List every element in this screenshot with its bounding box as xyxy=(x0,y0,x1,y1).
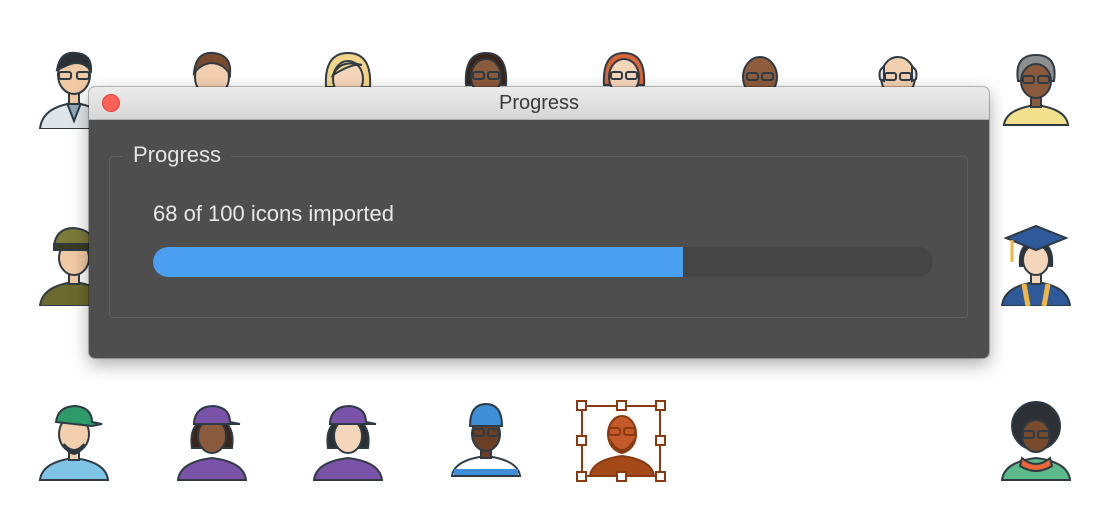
progress-group xyxy=(109,156,968,318)
title-bar[interactable]: Progress xyxy=(89,87,989,120)
resize-handle-top-right[interactable] xyxy=(655,400,666,411)
progress-bar xyxy=(153,247,933,277)
man-beanie-avatar-icon[interactable] xyxy=(444,400,528,484)
window-title: Progress xyxy=(498,92,580,114)
resize-handle-top-left[interactable] xyxy=(576,400,587,411)
elderly-woman-avatar-icon[interactable] xyxy=(994,45,1078,129)
resize-handle-left[interactable] xyxy=(576,435,587,446)
graduate-avatar-icon[interactable] xyxy=(994,222,1078,306)
selection-box[interactable] xyxy=(581,405,661,477)
group-label: Progress xyxy=(123,142,232,168)
woman-purple-cap-avatar-icon[interactable] xyxy=(306,400,390,484)
resize-handle-bottom-right[interactable] xyxy=(655,471,666,482)
progress-bar-fill xyxy=(153,247,684,277)
man-cap-avatar-icon[interactable] xyxy=(32,400,116,484)
resize-handle-right[interactable] xyxy=(655,435,666,446)
afro-woman-avatar-icon[interactable] xyxy=(994,400,1078,484)
progress-dialog: Progress Progress 68 of 100 icons import… xyxy=(89,87,989,358)
woman-cap-avatar-icon[interactable] xyxy=(170,400,254,484)
status-text: 68 of 100 icons imported xyxy=(153,201,394,226)
resize-handle-top[interactable] xyxy=(616,400,627,411)
resize-handle-bottom[interactable] xyxy=(616,471,627,482)
resize-handle-bottom-left[interactable] xyxy=(576,471,587,482)
